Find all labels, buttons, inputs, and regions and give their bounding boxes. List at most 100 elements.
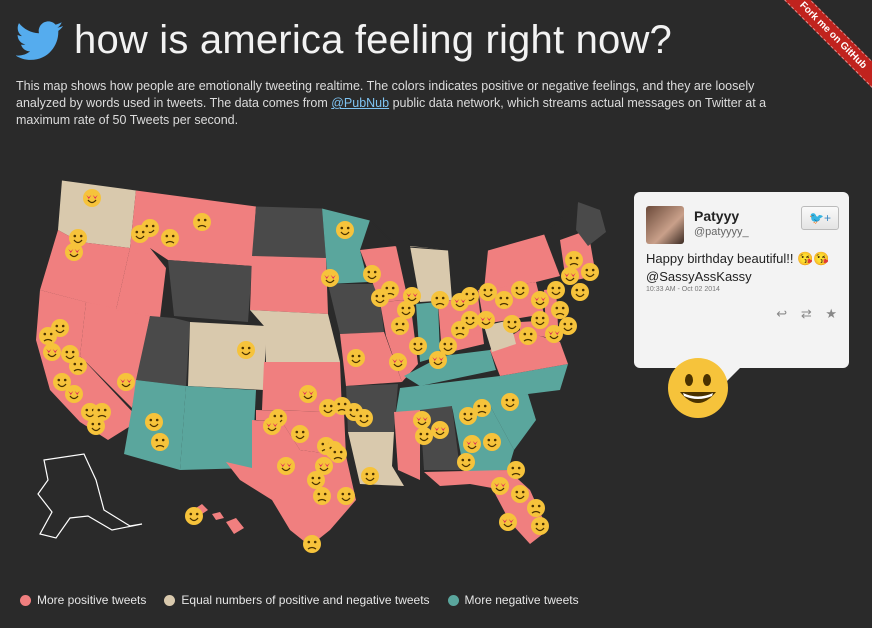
legend-item-negative: More negative tweets — [447, 593, 579, 607]
emoji-face-icon — [431, 421, 449, 439]
legend-dot-neutral — [164, 594, 176, 606]
emoji-face-icon — [527, 499, 545, 517]
tweet-text-line-1: Happy birthday beautiful!! 😘😘 — [646, 251, 830, 266]
state-north-dakota — [252, 206, 326, 258]
emoji-face-icon — [83, 189, 101, 207]
follow-button[interactable]: 🐦+ — [801, 206, 839, 230]
emoji-face-icon — [551, 301, 569, 319]
state-south-dakota — [250, 256, 328, 314]
emoji-face-icon — [336, 221, 354, 239]
avatar[interactable] — [646, 206, 684, 244]
emoji-face-icon — [451, 293, 469, 311]
legend-item-positive: More positive tweets — [20, 593, 146, 607]
emoji-face-icon — [473, 399, 491, 417]
emoji-face-icon — [495, 291, 513, 309]
header: how is america feeling right now? — [16, 18, 672, 63]
emoji-face-icon — [565, 251, 583, 269]
emoji-face-icon — [193, 213, 211, 231]
emoji-face-icon — [415, 427, 433, 445]
pubnub-link[interactable]: @PubNub — [331, 96, 389, 110]
reply-icon[interactable]: ↩ — [776, 306, 787, 321]
emoji-face-icon — [409, 337, 427, 355]
emoji-face-icon — [479, 283, 497, 301]
legend-dot-positive — [20, 594, 31, 606]
emoji-face-icon — [503, 315, 521, 333]
emoji-face-icon — [501, 393, 519, 411]
grinning-face-emoji-icon — [668, 358, 728, 418]
emoji-face-icon — [291, 425, 309, 443]
emoji-face-icon — [65, 385, 83, 403]
emoji-face-icon — [145, 413, 163, 431]
emoji-face-icon — [581, 263, 599, 281]
emoji-face-icon — [371, 289, 389, 307]
emoji-face-icon — [389, 353, 407, 371]
emoji-face-icon — [361, 467, 379, 485]
emoji-face-icon — [431, 291, 449, 309]
emoji-face-icon — [397, 301, 415, 319]
page-title: how is america feeling right now? — [74, 18, 673, 62]
retweet-icon[interactable]: ⇄ — [801, 306, 812, 321]
legend-label-neutral: Equal numbers of positive and negative t… — [181, 593, 430, 607]
emoji-face-icon — [491, 477, 509, 495]
emoji-face-icon — [531, 311, 549, 329]
tweet-timestamp[interactable]: 10:33 AM - Oct 02 2014 — [646, 286, 720, 293]
tweet-card[interactable]: Patyyy @patyyyy_ 🐦+ Happy birthday beaut… — [634, 192, 849, 390]
follow-label: + — [823, 211, 831, 225]
tweet-actions: ↩ ⇄ ★ — [766, 306, 837, 322]
emoji-face-icon — [531, 291, 549, 309]
emoji-face-icon — [511, 281, 529, 299]
emoji-face-icon — [131, 225, 149, 243]
emoji-face-icon — [51, 319, 69, 337]
twitter-bird-small-icon: 🐦 — [809, 211, 824, 225]
emoji-face-icon — [363, 265, 381, 283]
tweet-author-name[interactable]: Patyyy — [694, 208, 739, 224]
emoji-face-icon — [337, 487, 355, 505]
legend: More positive tweets Equal numbers of po… — [20, 593, 597, 607]
emoji-face-icon — [429, 351, 447, 369]
description: This map shows how people are emotionall… — [16, 78, 796, 129]
emoji-face-icon — [329, 445, 347, 463]
emoji-face-icon — [507, 461, 525, 479]
emoji-face-icon — [263, 417, 281, 435]
legend-label-negative: More negative tweets — [464, 593, 579, 607]
emoji-face-icon — [161, 229, 179, 247]
emoji-face-icon — [321, 269, 339, 287]
emoji-face-icon — [451, 321, 469, 339]
emoji-face-icon — [69, 357, 87, 375]
state-new-mexico — [180, 386, 256, 470]
emoji-face-icon — [499, 513, 517, 531]
favorite-icon[interactable]: ★ — [825, 306, 837, 321]
emoji-face-icon — [457, 453, 475, 471]
emoji-face-icon — [561, 267, 579, 285]
state-wyoming — [168, 260, 252, 322]
emoji-face-icon — [347, 349, 365, 367]
state-alaska — [37, 453, 143, 539]
emoji-face-icon — [531, 517, 549, 535]
emoji-face-icon — [65, 243, 83, 261]
emoji-face-icon — [511, 485, 529, 503]
emoji-face-icon — [463, 435, 481, 453]
tweet-mention[interactable]: @SassyAssKassy — [646, 268, 842, 286]
emoji-face-icon — [355, 409, 373, 427]
legend-item-neutral: Equal numbers of positive and negative t… — [164, 593, 430, 607]
emoji-face-icon — [477, 311, 495, 329]
emoji-face-icon — [303, 535, 321, 553]
tweet-text: Happy birthday beautiful!! 😘😘 @SassyAssK… — [646, 250, 842, 286]
emoji-face-icon — [299, 385, 317, 403]
emoji-face-icon — [185, 507, 203, 525]
emoji-face-icon — [545, 325, 563, 343]
emoji-face-icon — [237, 341, 255, 359]
emoji-face-icon — [43, 343, 61, 361]
emoji-face-icon — [547, 281, 565, 299]
twitter-bird-icon — [16, 20, 63, 60]
state-hawaii — [196, 504, 244, 534]
emoji-face-icon — [117, 373, 135, 391]
tweet-author-handle[interactable]: @patyyyy_ — [694, 226, 749, 238]
emoji-face-icon — [277, 457, 295, 475]
emoji-face-icon — [483, 433, 501, 451]
emoji-face-icon — [151, 433, 169, 451]
legend-dot-negative — [447, 594, 459, 606]
emoji-face-icon — [313, 487, 331, 505]
emoji-face-icon — [571, 283, 589, 301]
emoji-face-icon — [519, 327, 537, 345]
